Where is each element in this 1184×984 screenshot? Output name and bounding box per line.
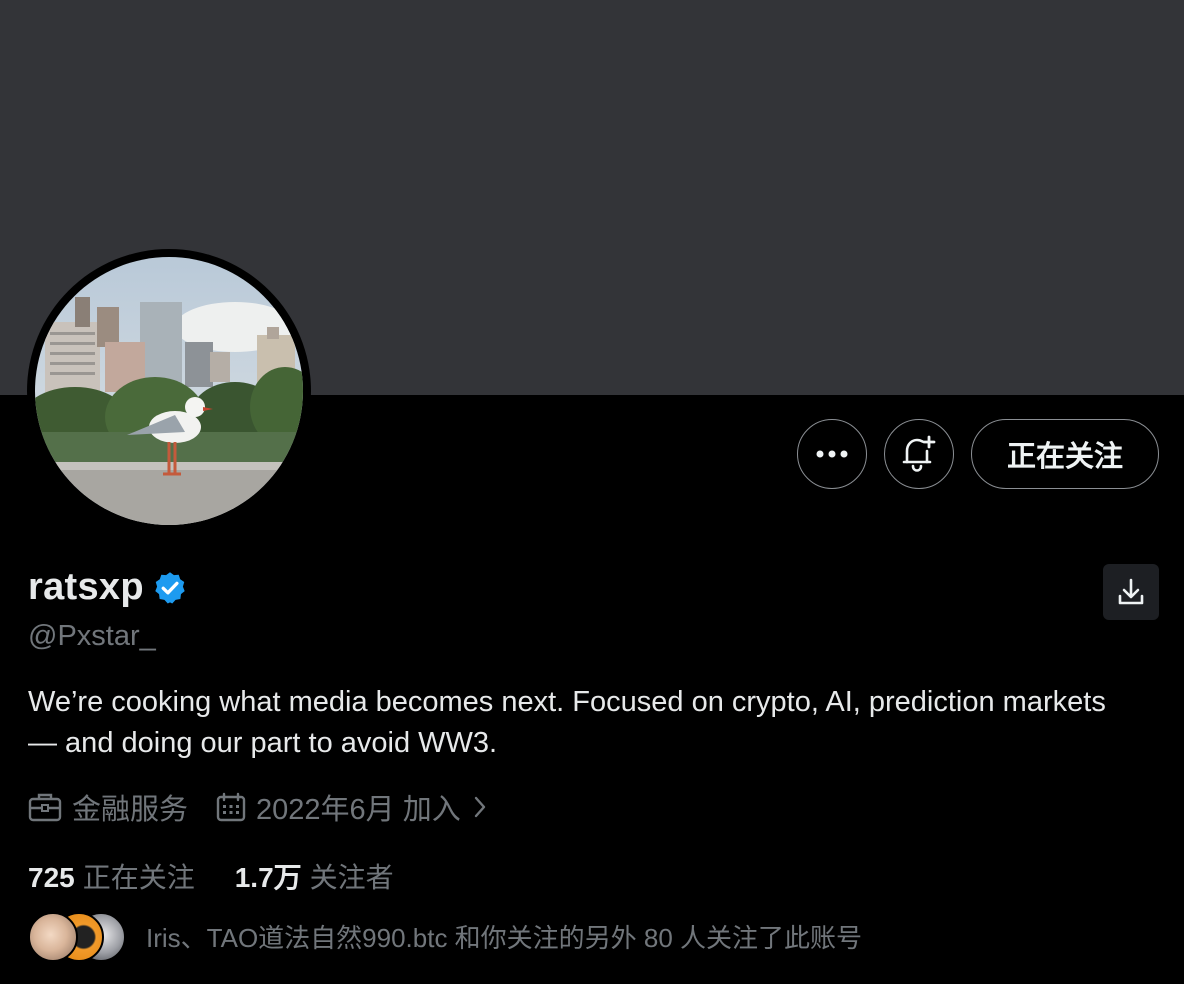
- followers-you-know[interactable]: Iris、TAO道法自然990.btc 和你关注的另外 80 人关注了此账号: [28, 912, 863, 962]
- download-icon: [1118, 578, 1144, 605]
- profile-name-row: ratsxp: [28, 566, 188, 609]
- followed-by-text: Iris、TAO道法自然990.btc 和你关注的另外 80 人关注了此账号: [146, 922, 863, 953]
- mutual-avatars: [28, 912, 128, 962]
- category-label: 金融服务: [72, 794, 189, 826]
- profile-handle: @Pxstar_: [28, 620, 156, 652]
- category-item: 金融服务: [28, 786, 188, 828]
- calendar-icon: [216, 792, 246, 822]
- avatar-image: [35, 257, 303, 525]
- following-stat[interactable]: 725 正在关注: [28, 856, 195, 896]
- display-name: ratsxp: [28, 566, 144, 608]
- profile-bio: We’re cooking what media becomes next. F…: [28, 686, 1106, 759]
- profile-avatar[interactable]: [27, 249, 311, 533]
- joined-label: 2022年6月 加入: [256, 794, 461, 826]
- followers-stat[interactable]: 1.7万 关注者: [235, 856, 394, 896]
- following-count: 725: [28, 862, 75, 893]
- profile-action-row: 正在关注: [797, 419, 1159, 489]
- notify-button[interactable]: [884, 419, 954, 489]
- profile-stats: 725 正在关注 1.7万 关注者: [28, 856, 434, 896]
- profile-meta-row: 金融服务 2022年6月 加入: [28, 786, 517, 828]
- profile-page: 正在关注 ratsxp @Pxstar_ We’re cooking what …: [0, 0, 1184, 984]
- bell-plus-icon: [902, 435, 936, 472]
- following-button[interactable]: 正在关注: [971, 419, 1159, 489]
- download-button[interactable]: [1103, 564, 1159, 620]
- followers-label: 关注者: [309, 862, 394, 893]
- more-icon: [816, 450, 848, 458]
- followers-count: 1.7万: [234, 862, 302, 893]
- more-button[interactable]: [797, 419, 867, 489]
- briefcase-icon: [28, 793, 62, 822]
- following-label: 正在关注: [82, 862, 195, 893]
- joined-item[interactable]: 2022年6月 加入: [216, 786, 489, 828]
- mutual-avatar: [28, 912, 78, 962]
- verified-badge-icon[interactable]: [152, 570, 188, 606]
- chevron-right-icon: [474, 796, 485, 818]
